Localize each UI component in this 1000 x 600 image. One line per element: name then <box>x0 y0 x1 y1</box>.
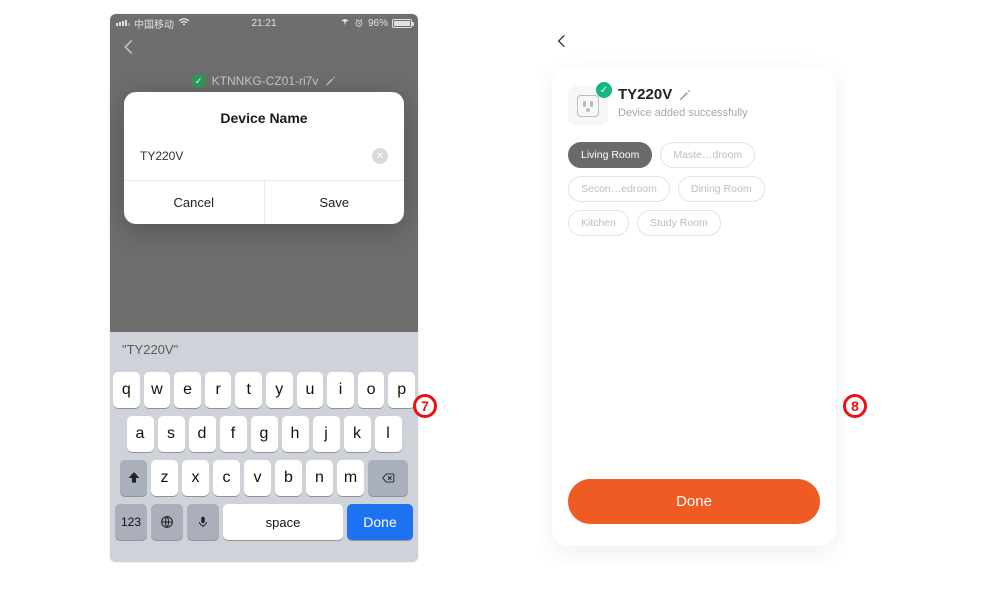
alarm-icon <box>354 18 364 28</box>
previous-device-chip: ✓ KTNNKG-CZ01-ri7v <box>192 74 337 88</box>
dialog-title: Device Name <box>124 92 404 138</box>
shift-key[interactable] <box>120 460 147 496</box>
key-u[interactable]: u <box>297 372 324 408</box>
room-chip[interactable]: Secon…edroom <box>568 176 670 202</box>
key-m[interactable]: m <box>337 460 364 496</box>
room-chip[interactable]: Dining Room <box>678 176 765 202</box>
dictation-key[interactable] <box>187 504 219 540</box>
key-c[interactable]: c <box>213 460 240 496</box>
keyboard-row-4: 123 space Done <box>113 504 415 540</box>
phone-rename-device: 中国移动 21:21 96% ✓ KTNNKG-CZ01-ri7v Device… <box>110 14 418 562</box>
step-badge-8: 8 <box>843 394 867 418</box>
key-y[interactable]: y <box>266 372 293 408</box>
key-f[interactable]: f <box>220 416 247 452</box>
back-button[interactable] <box>120 38 138 56</box>
phone-device-added: ✓ TY220V Device added successfully Livin… <box>540 14 848 562</box>
signal-icon <box>116 20 130 26</box>
key-v[interactable]: v <box>244 460 271 496</box>
location-icon <box>340 18 350 28</box>
backspace-key[interactable] <box>368 460 408 496</box>
key-l[interactable]: l <box>375 416 402 452</box>
keyboard-row-1: qwertyuiop <box>113 372 415 408</box>
key-r[interactable]: r <box>205 372 232 408</box>
key-d[interactable]: d <box>189 416 216 452</box>
plug-icon <box>577 95 599 117</box>
keyboard-row-3: zxcvbnm <box>113 460 415 496</box>
key-w[interactable]: w <box>144 372 171 408</box>
success-badge-icon: ✓ <box>596 82 612 98</box>
key-x[interactable]: x <box>182 460 209 496</box>
space-key[interactable]: space <box>223 504 343 540</box>
keyboard-suggestion-bar[interactable]: "TY220V" <box>110 332 418 366</box>
key-q[interactable]: q <box>113 372 140 408</box>
numbers-key[interactable]: 123 <box>115 504 147 540</box>
key-e[interactable]: e <box>174 372 201 408</box>
clock-label: 21:21 <box>251 18 276 29</box>
keyboard-done-key[interactable]: Done <box>347 504 413 540</box>
key-z[interactable]: z <box>151 460 178 496</box>
status-right: 96% <box>340 18 412 29</box>
carrier-label: 中国移动 <box>134 16 174 31</box>
key-a[interactable]: a <box>127 416 154 452</box>
keyboard-suggestion[interactable]: "TY220V" <box>122 342 178 357</box>
room-chip-list: Living Room Maste…droom Secon…edroom Dining… <box>568 142 820 236</box>
save-button[interactable]: Save <box>264 181 405 224</box>
rename-dialog: Device Name ✕ Cancel Save <box>124 92 404 224</box>
device-header: ✓ TY220V Device added successfully <box>568 86 820 126</box>
key-o[interactable]: o <box>358 372 385 408</box>
key-k[interactable]: k <box>344 416 371 452</box>
device-name-input[interactable] <box>140 149 372 163</box>
key-h[interactable]: h <box>282 416 309 452</box>
key-s[interactable]: s <box>158 416 185 452</box>
check-icon: ✓ <box>192 74 206 88</box>
top-bar <box>540 14 848 68</box>
key-j[interactable]: j <box>313 416 340 452</box>
key-i[interactable]: i <box>327 372 354 408</box>
clear-input-icon[interactable]: ✕ <box>372 148 388 164</box>
step-badge-7: 7 <box>413 394 437 418</box>
back-button[interactable] <box>554 33 570 49</box>
device-name-label: TY220V <box>618 86 672 103</box>
globe-key[interactable] <box>151 504 183 540</box>
room-chip[interactable]: Living Room <box>568 142 652 168</box>
status-bar: 中国移动 21:21 96% <box>110 14 418 32</box>
ios-keyboard: qwertyuiop asdfghjkl zxcvbnm 123 space D… <box>110 366 418 562</box>
edit-name-icon[interactable] <box>678 88 692 102</box>
done-button[interactable]: Done <box>568 479 820 524</box>
key-b[interactable]: b <box>275 460 302 496</box>
device-icon: ✓ <box>568 86 608 126</box>
pencil-icon <box>324 75 336 87</box>
device-status-label: Device added successfully <box>618 107 748 119</box>
previous-device-label: KTNNKG-CZ01-ri7v <box>212 74 319 88</box>
battery-pct: 96% <box>368 18 388 29</box>
wifi-icon <box>178 17 190 30</box>
keyboard-row-2: asdfghjkl <box>113 416 415 452</box>
battery-icon <box>392 19 412 28</box>
room-chip[interactable]: Study Room <box>637 210 721 236</box>
room-chip[interactable]: Maste…droom <box>660 142 755 168</box>
device-card: ✓ TY220V Device added successfully Livin… <box>552 68 836 546</box>
key-n[interactable]: n <box>306 460 333 496</box>
key-g[interactable]: g <box>251 416 278 452</box>
key-t[interactable]: t <box>235 372 262 408</box>
key-p[interactable]: p <box>388 372 415 408</box>
room-chip[interactable]: Kitchen <box>568 210 629 236</box>
cancel-button[interactable]: Cancel <box>124 181 264 224</box>
